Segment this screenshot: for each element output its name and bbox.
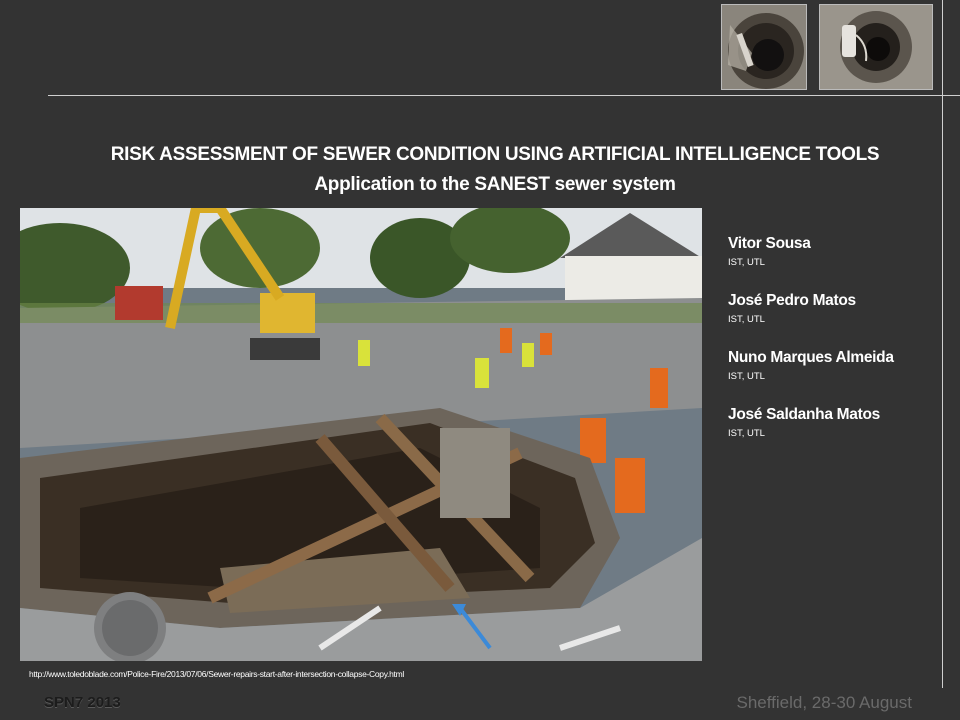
slide-subtitle: Application to the SANEST sewer system xyxy=(314,174,676,195)
sinkhole-photo xyxy=(20,208,702,661)
conference-name: SPN7 2013 xyxy=(44,694,121,711)
author-affiliation: IST, UTL xyxy=(728,428,765,439)
author-name: José Saldanha Matos xyxy=(728,406,880,423)
author-name: José Pedro Matos xyxy=(728,292,856,309)
sewer-manhole-thumbnail-1 xyxy=(721,4,807,90)
top-divider-line xyxy=(48,95,960,96)
author-name: Nuno Marques Almeida xyxy=(728,349,894,366)
author-affiliation: IST, UTL xyxy=(728,314,765,325)
photo-source-url: http://www.toledoblade.com/Police-Fire/2… xyxy=(29,669,404,679)
author-entry: José Saldanha Matos IST, UTL xyxy=(728,405,950,441)
author-name: Vitor Sousa xyxy=(728,235,811,252)
author-entry: Nuno Marques Almeida IST, UTL xyxy=(728,348,950,384)
author-affiliation: IST, UTL xyxy=(728,371,765,382)
author-entry: José Pedro Matos IST, UTL xyxy=(728,291,950,327)
author-entry: Vitor Sousa IST, UTL xyxy=(728,234,950,270)
slide-title: RISK ASSESSMENT OF SEWER CONDITION USING… xyxy=(110,144,880,165)
sewer-manhole-thumbnail-2 xyxy=(819,4,933,90)
author-affiliation: IST, UTL xyxy=(728,257,765,268)
author-list: Vitor Sousa IST, UTL José Pedro Matos IS… xyxy=(728,234,950,462)
conference-location-date: Sheffield, 28-30 August xyxy=(736,693,913,712)
